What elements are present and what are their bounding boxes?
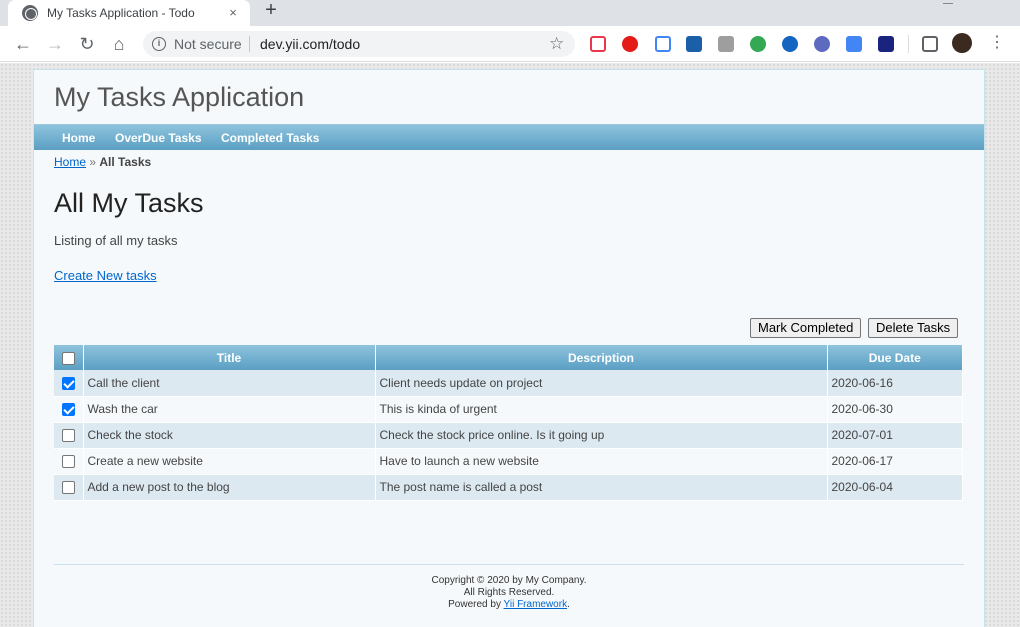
omnibox-divider — [249, 36, 250, 52]
menu-home[interactable]: Home — [62, 131, 95, 145]
row-select-cell — [54, 370, 84, 397]
bookmark-star-icon[interactable]: ☆ — [549, 34, 564, 54]
row-checkbox[interactable] — [61, 403, 75, 417]
opera-icon[interactable] — [622, 36, 638, 52]
breadcrumb-separator: » — [89, 155, 97, 169]
browser-tab[interactable]: My Tasks Application - Todo × — [8, 0, 250, 26]
tab-title: My Tasks Application - Todo — [47, 6, 195, 20]
breadcrumb: Home » All Tasks — [54, 155, 151, 169]
d-ext-icon[interactable] — [782, 36, 798, 52]
eyedropper-icon[interactable] — [655, 36, 671, 52]
breadcrumb-current: All Tasks — [99, 155, 152, 169]
task-title: Wash the car — [83, 396, 376, 423]
minimize-icon[interactable] — [943, 0, 953, 4]
footer-copyright: Copyright © 2020 by My Company. — [431, 575, 587, 586]
footer-powered-suffix: . — [567, 599, 570, 610]
task-due-date: 2020-06-16 — [827, 370, 963, 397]
task-title: Create a new website — [83, 448, 376, 475]
playlist-icon[interactable] — [922, 36, 938, 52]
task-description: Client needs update on project — [375, 370, 828, 397]
footer: Copyright © 2020 by My Company. All Righ… — [54, 575, 964, 611]
task-description: Check the stock price online. Is it goin… — [375, 422, 828, 449]
globe-icon — [22, 5, 38, 21]
task-description: Have to launch a new website — [375, 448, 828, 475]
translate-ext-icon[interactable] — [846, 36, 862, 52]
task-title: Call the client — [83, 370, 376, 397]
color-wheel-icon[interactable] — [750, 36, 766, 52]
footer-powered-prefix: Powered by — [448, 599, 504, 610]
new-tab-button[interactable]: + — [261, 0, 281, 22]
info-icon[interactable]: i — [152, 37, 166, 51]
row-select-cell — [54, 448, 84, 475]
mark-completed-button[interactable]: Mark Completed — [750, 318, 862, 338]
column-title[interactable]: Title — [83, 345, 376, 370]
window-ext-icon[interactable] — [686, 36, 702, 52]
task-description: This is kinda of urgent — [375, 396, 828, 423]
row-checkbox[interactable] — [61, 429, 75, 443]
breadcrumb-home-link[interactable]: Home — [54, 155, 86, 169]
table-header-row: Title Description Due Date — [54, 345, 963, 370]
task-due-date: 2020-07-01 — [827, 422, 963, 449]
task-due-date: 2020-06-17 — [827, 448, 963, 475]
table-row[interactable]: Add a new post to the blog The post name … — [54, 474, 963, 501]
tab-strip: My Tasks Application - Todo × + — [0, 0, 1020, 26]
column-description[interactable]: Description — [375, 345, 828, 370]
page-title: All My Tasks — [54, 188, 204, 218]
delete-tasks-button[interactable]: Delete Tasks — [868, 318, 959, 338]
column-due-date[interactable]: Due Date — [827, 345, 963, 370]
page-subtitle: Listing of all my tasks — [54, 233, 178, 248]
extension-divider — [908, 35, 909, 53]
reload-icon[interactable]: ↻ — [77, 34, 97, 54]
main-menu: Home OverDue Tasks Completed Tasks — [34, 124, 984, 150]
row-checkbox[interactable] — [61, 455, 75, 469]
footer-divider — [54, 564, 964, 565]
task-title: Check the stock — [83, 422, 376, 449]
menu-icon[interactable]: ⋮ — [989, 34, 1005, 52]
home-icon[interactable]: ⌂ — [109, 34, 129, 54]
forward-icon[interactable]: → — [45, 34, 65, 54]
yii-framework-link[interactable]: Yii Framework — [504, 599, 568, 610]
page-container: My Tasks Application Home OverDue Tasks … — [33, 69, 985, 627]
table-row[interactable]: Wash the car This is kinda of urgent 2020-… — [54, 396, 963, 423]
tasks-table: Title Description Due Date Call the clie… — [54, 345, 963, 501]
download-ext-icon[interactable] — [878, 36, 894, 52]
task-due-date: 2020-06-04 — [827, 474, 963, 501]
row-select-cell — [54, 422, 84, 449]
menu-completed-tasks[interactable]: Completed Tasks — [221, 131, 319, 145]
close-icon[interactable]: × — [226, 6, 240, 20]
footer-rights: All Rights Reserved. — [463, 587, 555, 598]
url-text[interactable]: dev.yii.com/todo — [260, 36, 360, 52]
table-row[interactable]: Check the stock Check the stock price onl… — [54, 422, 963, 449]
task-due-date: 2020-06-30 — [827, 396, 963, 423]
select-all-checkbox[interactable] — [61, 351, 75, 365]
address-bar[interactable]: i Not secure dev.yii.com/todo ☆ — [143, 31, 575, 57]
create-task-link[interactable]: Create New tasks — [54, 268, 157, 283]
row-select-cell — [54, 396, 84, 423]
select-all-cell — [54, 345, 84, 370]
task-title: Add a new post to the blog — [83, 474, 376, 501]
browser-toolbar: ← → ↻ ⌂ i Not secure dev.yii.com/todo ☆ — [0, 26, 1020, 62]
security-label[interactable]: Not secure — [174, 36, 242, 52]
m-ext-icon[interactable] — [718, 36, 734, 52]
row-checkbox[interactable] — [61, 481, 75, 495]
row-select-cell — [54, 474, 84, 501]
menu-overdue-tasks[interactable]: OverDue Tasks — [115, 131, 202, 145]
pocket-icon[interactable] — [590, 36, 606, 52]
avatar[interactable] — [952, 33, 972, 53]
task-description: The post name is called a post — [375, 474, 828, 501]
app-logo: My Tasks Application — [54, 82, 305, 112]
back-icon[interactable]: ← — [13, 34, 33, 54]
footer-powered: Powered by Yii Framework. — [54, 599, 964, 611]
table-row[interactable]: Call the client Client needs update on pr… — [54, 370, 963, 397]
table-row[interactable]: Create a new website Have to launch a new… — [54, 448, 963, 475]
row-checkbox[interactable] — [61, 376, 75, 390]
check-ext-icon[interactable] — [814, 36, 830, 52]
page-viewport: My Tasks Application Home OverDue Tasks … — [0, 63, 1020, 627]
